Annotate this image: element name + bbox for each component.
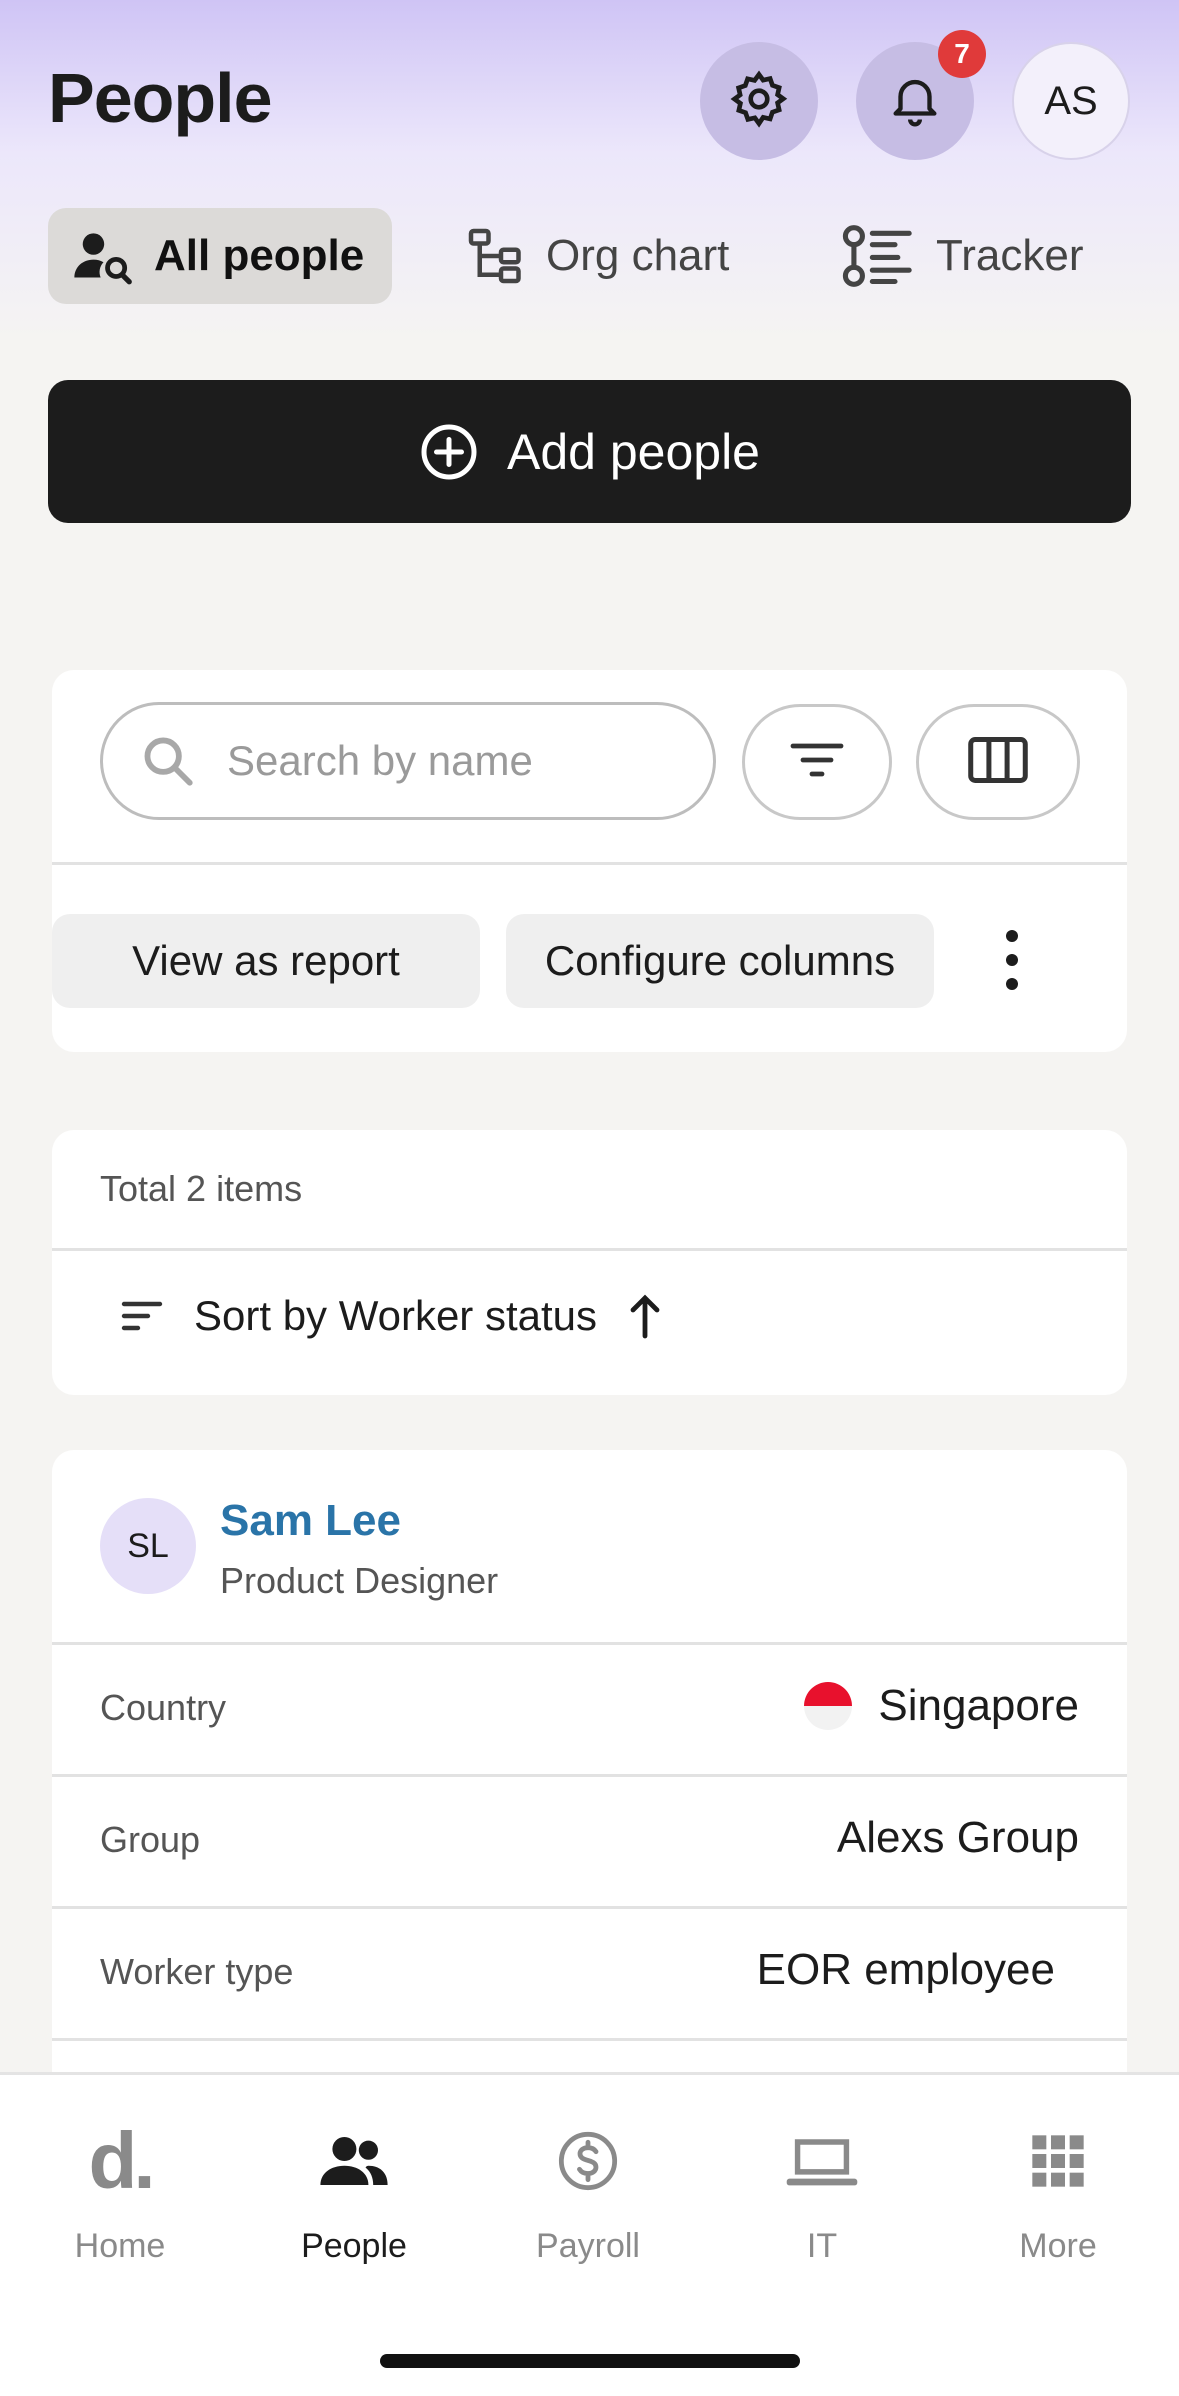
tab-label: All people (154, 231, 365, 280)
home-logo-icon: d. (88, 2116, 155, 2205)
search-toolbar-card: Search by name View as report Configure … (52, 670, 1127, 1052)
nav-label: People (301, 2227, 407, 2265)
filter-icon (789, 740, 845, 785)
user-search-icon (72, 226, 134, 286)
nav-label: IT (806, 2227, 838, 2265)
filter-button[interactable] (742, 704, 892, 820)
tab-tracker[interactable]: Tracker (840, 208, 1084, 304)
detail-value: Singapore (804, 1681, 1079, 1731)
divider (52, 862, 1127, 865)
list-summary-card: Total 2 items Sort by Worker status (52, 1130, 1127, 1395)
nav-people[interactable]: People (254, 2123, 454, 2266)
person-card[interactable]: SL Sam Lee Product Designer Country Sing… (52, 1450, 1127, 2090)
app-header: People 7 AS (0, 0, 1179, 200)
settings-button[interactable] (700, 42, 818, 160)
org-chart-icon (466, 225, 526, 287)
dollar-icon (556, 2123, 620, 2199)
add-people-label: Add people (506, 423, 760, 480)
tab-label: Tracker (936, 231, 1084, 280)
detail-label: Country (100, 1687, 227, 1728)
notification-badge: 7 (938, 30, 986, 78)
detail-label: Group (100, 1819, 201, 1860)
nav-it[interactable]: IT (722, 2123, 922, 2266)
laptop-icon (784, 2123, 860, 2199)
bell-icon (886, 68, 944, 135)
configure-columns-button[interactable]: Configure columns (506, 914, 934, 1008)
worker-type-value: EOR employee (756, 1945, 1055, 1994)
sort-label: Sort by Worker status (194, 1292, 598, 1339)
search-input[interactable]: Search by name (100, 702, 716, 820)
nav-home[interactable]: d. Home (20, 2116, 220, 2266)
person-role: Product Designer (220, 1560, 499, 1601)
search-icon (139, 732, 197, 790)
columns-view-button[interactable] (916, 704, 1080, 820)
sort-button[interactable]: Sort by Worker status (120, 1292, 663, 1340)
page-title: People (48, 59, 273, 137)
nav-label: Home (74, 2227, 166, 2265)
gear-icon (728, 68, 790, 135)
country-value: Singapore (878, 1681, 1079, 1730)
user-avatar[interactable]: AS (1012, 42, 1130, 160)
people-icon (318, 2123, 390, 2199)
nav-label: More (1019, 2227, 1097, 2265)
divider (52, 1248, 1127, 1251)
detail-label: Worker type (100, 1951, 294, 1992)
detail-row-worker-type: Worker type EOR employee (52, 1906, 1127, 2038)
singapore-flag-icon (804, 1682, 853, 1730)
nav-more[interactable]: More (958, 2123, 1158, 2266)
detail-row-group: Group Alexs Group (52, 1774, 1127, 1906)
tab-label: Org chart (546, 231, 730, 280)
person-avatar: SL (100, 1498, 196, 1594)
bottom-navigation: d. Home People Payroll IT More (0, 2072, 1179, 2396)
columns-icon (966, 735, 1030, 790)
total-items: Total 2 items (100, 1168, 303, 1209)
view-as-report-button[interactable]: View as report (52, 914, 480, 1008)
checklist-icon (840, 222, 916, 290)
nav-payroll[interactable]: Payroll (488, 2123, 688, 2266)
more-options-icon[interactable] (992, 930, 1032, 990)
group-value: Alexs Group (836, 1813, 1079, 1862)
nav-label: Payroll (536, 2227, 640, 2265)
detail-row-country: Country Singapore (52, 1642, 1127, 1774)
arrow-up-icon (627, 1292, 663, 1340)
plus-circle-icon (419, 422, 479, 482)
home-indicator (380, 2354, 800, 2368)
grid-icon (1030, 2123, 1086, 2199)
add-people-button[interactable]: Add people (48, 380, 1131, 523)
person-name-link[interactable]: Sam Lee (220, 1496, 401, 1546)
tab-org-chart[interactable]: Org chart (466, 208, 729, 304)
view-tabs: All people Org chart Tracker (0, 208, 1179, 304)
tab-all-people[interactable]: All people (48, 208, 392, 304)
sort-lines-icon (120, 1298, 164, 1334)
search-placeholder: Search by name (227, 737, 533, 784)
